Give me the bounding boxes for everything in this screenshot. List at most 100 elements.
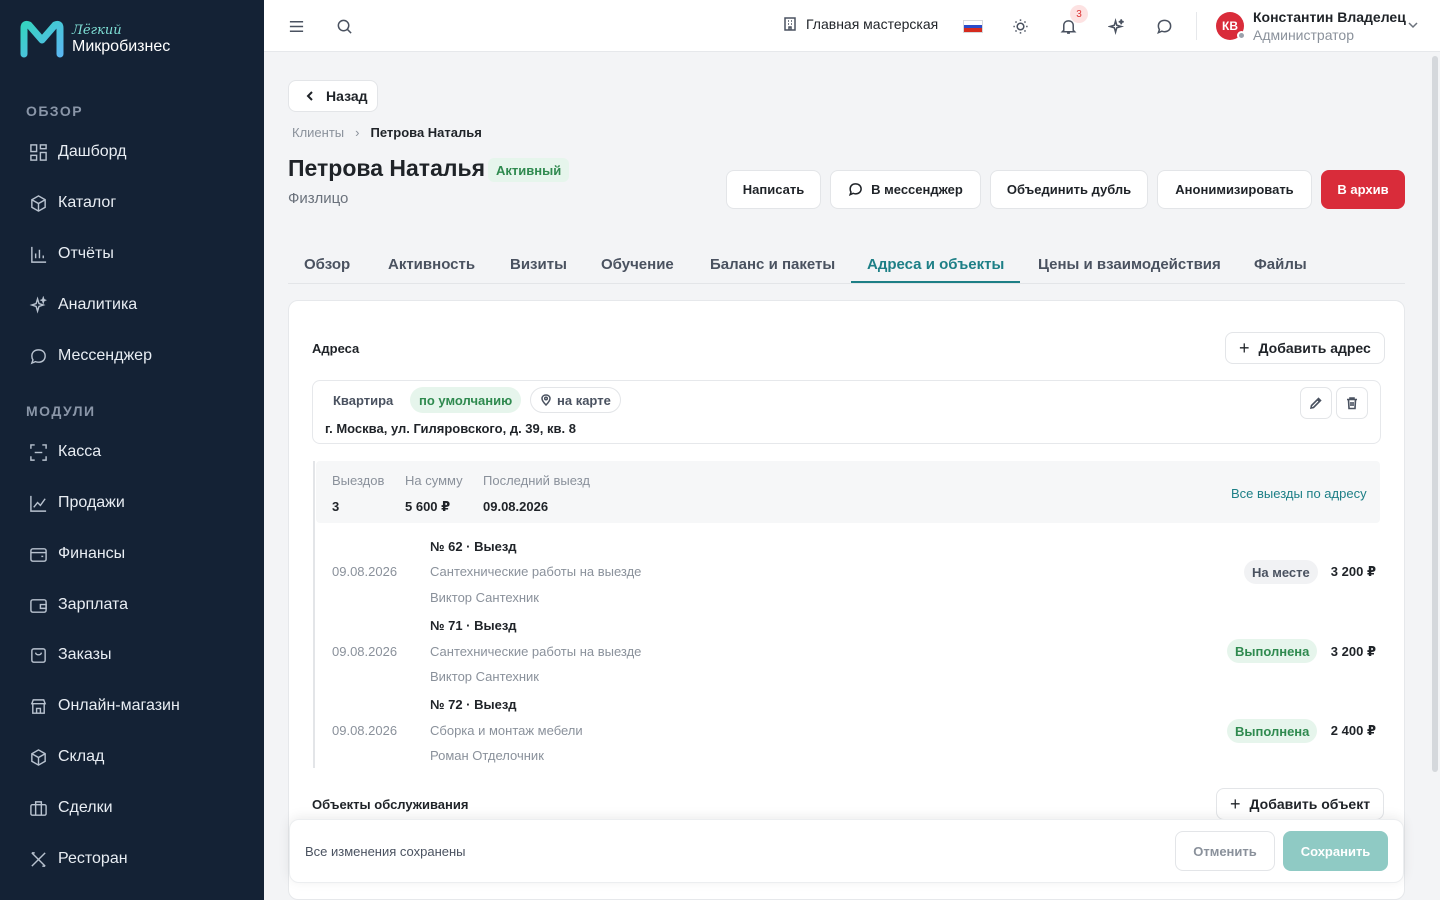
tab-prices[interactable]: Цены и взаимодействия: [1038, 256, 1221, 273]
building-icon: [784, 17, 796, 31]
brand-line-2: Микробизнес: [72, 38, 171, 55]
edit-address-button[interactable]: [1300, 387, 1332, 419]
visits-timeline-line: [313, 461, 315, 768]
sidebar-item-dashboard[interactable]: Дашборд: [28, 137, 127, 167]
sidebar-item-restaurant[interactable]: Ресторан: [28, 844, 128, 874]
sidebar-item-messenger[interactable]: Мессенджер: [28, 341, 152, 371]
sidebar-item-label: Склад: [58, 748, 105, 765]
tab-balance[interactable]: Баланс и пакеты: [710, 256, 835, 273]
merge-duplicate-button[interactable]: Объединить дубль: [990, 170, 1148, 209]
visit-technician: Виктор Сантехник: [430, 669, 539, 684]
store-icon: [28, 696, 48, 716]
address-stats: [316, 461, 1380, 523]
sidebar-item-analytics[interactable]: Аналитика: [28, 290, 137, 320]
sidebar-item-sales[interactable]: Продажи: [28, 488, 125, 518]
save-button[interactable]: Сохранить: [1283, 831, 1388, 871]
menu-icon[interactable]: [285, 15, 307, 37]
sidebar-item-label: Онлайн-магазин: [58, 697, 180, 714]
add-address-label: Добавить адрес: [1258, 340, 1371, 356]
addresses-title: Адреса: [312, 341, 360, 356]
sidebar-item-label: Финансы: [58, 545, 126, 562]
add-address-button[interactable]: + Добавить адрес: [1225, 332, 1385, 364]
tab-addresses[interactable]: Адреса и объекты: [867, 256, 1004, 273]
visit-title[interactable]: № 62 · Выезд: [430, 539, 517, 554]
plus-icon: +: [1239, 338, 1250, 358]
plus-icon: +: [1230, 794, 1241, 814]
visit-description: Сантехнические работы на выезде: [430, 564, 642, 579]
anonymize-button[interactable]: Анонимизировать: [1157, 170, 1312, 209]
chat-icon[interactable]: [1153, 15, 1175, 37]
sidebar-item-label: Сделки: [58, 799, 113, 816]
tab-activity[interactable]: Активность: [388, 256, 475, 273]
sidebar-item-label: Каталог: [58, 194, 117, 211]
tab-overview[interactable]: Обзор: [304, 256, 350, 273]
trips-sum-value: 5 600 ₽: [405, 499, 451, 514]
show-on-map-button[interactable]: на карте: [530, 387, 621, 413]
merge-label: Объединить дубль: [1006, 182, 1132, 197]
section-overview: ОБЗОР: [26, 103, 84, 119]
ai-sparkle-icon[interactable]: [1105, 15, 1127, 37]
language-flag-icon[interactable]: [963, 20, 983, 33]
top-bar: Главная мастерская 3 КВ Константин Владе…: [264, 0, 1440, 52]
section-modules: МОДУЛИ: [26, 403, 96, 419]
visit-date: 09.08.2026: [332, 644, 398, 659]
add-object-label: Добавить объект: [1249, 796, 1371, 812]
page-scrollbar[interactable]: [1432, 56, 1438, 772]
search-icon[interactable]: [333, 15, 355, 37]
write-label: Написать: [742, 182, 805, 197]
back-label: Назад: [326, 88, 368, 104]
sidebar-item-label: Мессенджер: [58, 347, 152, 364]
add-object-button[interactable]: + Добавить объект: [1216, 788, 1385, 820]
objects-title: Объекты обслуживания: [312, 797, 469, 812]
sidebar-item-reports[interactable]: Отчёты: [28, 239, 114, 269]
visit-date: 09.08.2026: [332, 564, 398, 579]
reports-icon: [28, 244, 48, 264]
write-button[interactable]: Написать: [726, 170, 821, 209]
breadcrumb-clients[interactable]: Клиенты: [292, 125, 344, 140]
sidebar-item-online-store[interactable]: Онлайн-магазин: [28, 691, 180, 721]
sidebar-item-deals[interactable]: Сделки: [28, 793, 113, 823]
delete-address-button[interactable]: [1336, 387, 1368, 419]
sidebar-item-cashbox[interactable]: Касса: [28, 437, 101, 467]
notification-count-badge: 3: [1070, 5, 1088, 23]
archive-button[interactable]: В архив: [1321, 170, 1405, 209]
tab-visits[interactable]: Визиты: [510, 256, 567, 273]
visit-title[interactable]: № 72 · Выезд: [430, 697, 517, 712]
sidebar-item-catalog[interactable]: Каталог: [28, 188, 116, 218]
map-label: на карте: [557, 392, 611, 408]
brand-line-1: Лёгкий: [72, 23, 122, 38]
sidebar-item-salary[interactable]: Зарплата: [28, 590, 128, 620]
workshop-selector[interactable]: Главная мастерская: [782, 16, 938, 32]
visit-title[interactable]: № 71 · Выезд: [430, 618, 517, 633]
user-role: Администратор: [1253, 27, 1355, 43]
all-trips-link[interactable]: Все выезды по адресу: [1231, 486, 1367, 501]
visit-status-badge: Выполнена: [1227, 639, 1318, 663]
box-icon: [28, 747, 48, 767]
workshop-name: Главная мастерская: [806, 16, 939, 32]
sidebar-item-orders[interactable]: Заказы: [28, 640, 111, 670]
cancel-button[interactable]: Отменить: [1175, 831, 1275, 871]
visit-amount: 3 200 ₽: [1330, 564, 1376, 579]
tab-learning[interactable]: Обучение: [601, 256, 674, 273]
default-badge: по умолчанию: [410, 387, 522, 413]
visit-date: 09.08.2026: [332, 723, 398, 738]
brand-logo[interactable]: Лёгкий Микробизнес: [20, 20, 170, 58]
visit-technician: Виктор Сантехник: [430, 590, 539, 605]
status-badge: Активный: [488, 158, 570, 182]
tab-files[interactable]: Файлы: [1254, 256, 1307, 273]
pencil-icon: [1309, 397, 1322, 410]
chevron-down-icon[interactable]: [1406, 18, 1420, 32]
sidebar-item-label: Ресторан: [58, 850, 128, 867]
presence-dot: [1237, 31, 1246, 40]
back-button[interactable]: Назад: [288, 80, 378, 112]
sidebar-item-warehouse[interactable]: Склад: [28, 742, 104, 772]
sidebar-item-finance[interactable]: Финансы: [28, 539, 125, 569]
orders-icon: [28, 645, 48, 665]
visit-technician: Роман Отделочник: [430, 748, 544, 763]
sidebar-item-label: Дашборд: [58, 143, 127, 160]
scan-icon: [28, 442, 48, 462]
user-name[interactable]: Константин Владелец: [1253, 9, 1406, 25]
theme-sun-icon[interactable]: [1009, 15, 1031, 37]
page-title: Петрова Наталья: [288, 155, 486, 181]
messenger-button[interactable]: В мессенджер: [830, 170, 981, 209]
